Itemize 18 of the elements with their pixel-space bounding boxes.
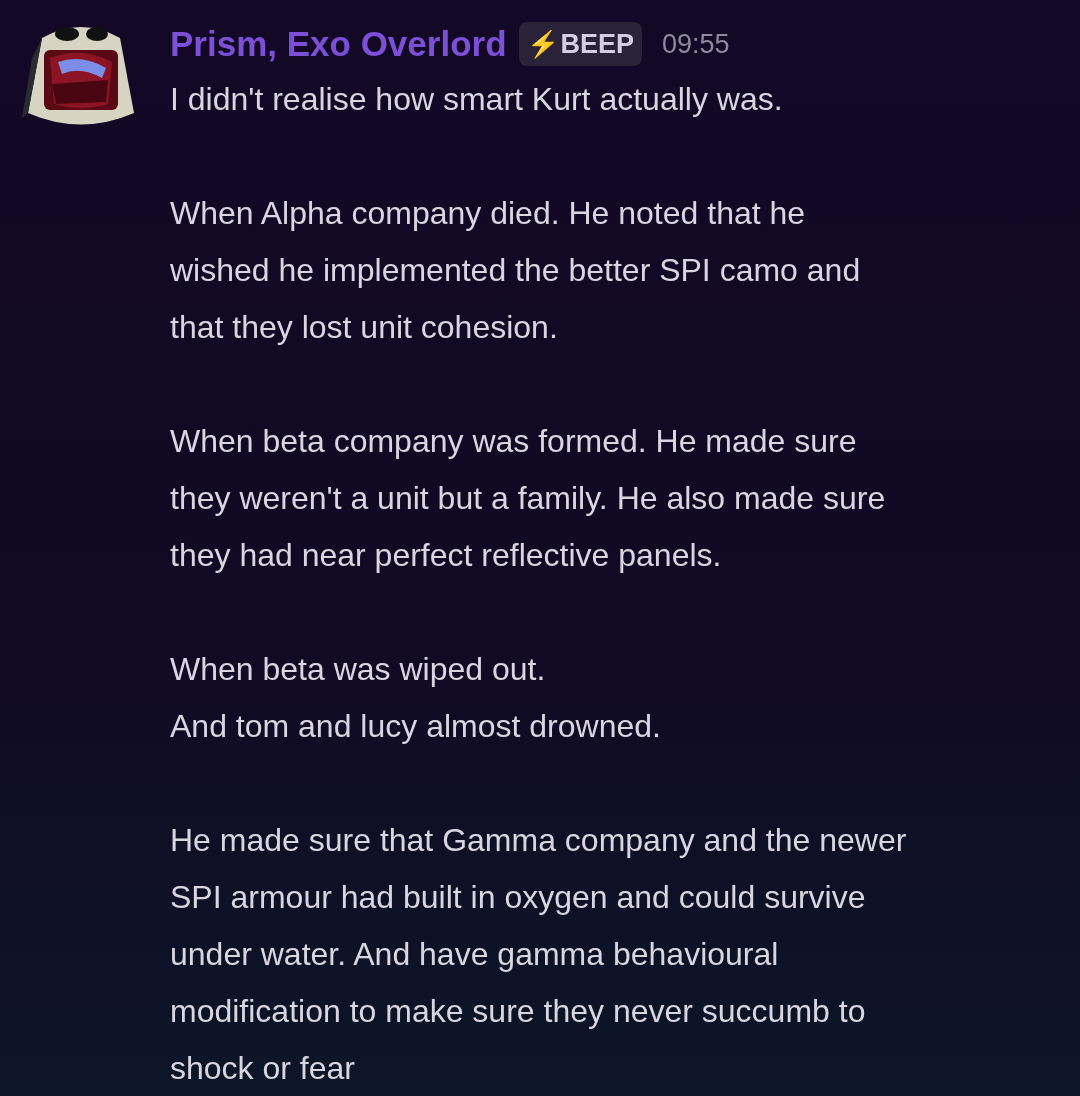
- message-line: they weren't a unit but a family. He also made sure: [170, 478, 887, 518]
- message-line: under water. And have gamma behavioural: [170, 934, 780, 974]
- message-line: I didn't realise how smart Kurt actually was.: [170, 79, 784, 119]
- message-line: they had near perfect reflective panels.: [170, 535, 723, 575]
- message-line: And tom and lucy almost drowned.: [170, 706, 662, 746]
- message-line: wished he implemented the better SPI camo and: [170, 250, 862, 290]
- message-line: that they lost unit cohesion.: [170, 307, 559, 347]
- message-line: SPI armour had built in oxygen and could survive: [170, 877, 867, 917]
- message-line: shock or fear: [170, 1048, 356, 1088]
- lightning-icon: ⚡: [526, 24, 559, 64]
- message-line: modification to make sure they never succumb to: [170, 991, 867, 1031]
- author-name[interactable]: Prism, Exo Overlord: [170, 18, 507, 71]
- badge-label: BEEP: [560, 28, 635, 61]
- message-line: When beta was wiped out.: [170, 649, 547, 689]
- message-line: When Alpha company died. He noted that he: [170, 193, 807, 233]
- timestamp: 09:55: [662, 28, 730, 61]
- message-line: He made sure that Gamma company and the newer: [170, 820, 907, 860]
- message-line: When beta company was formed. He made sure: [170, 421, 858, 461]
